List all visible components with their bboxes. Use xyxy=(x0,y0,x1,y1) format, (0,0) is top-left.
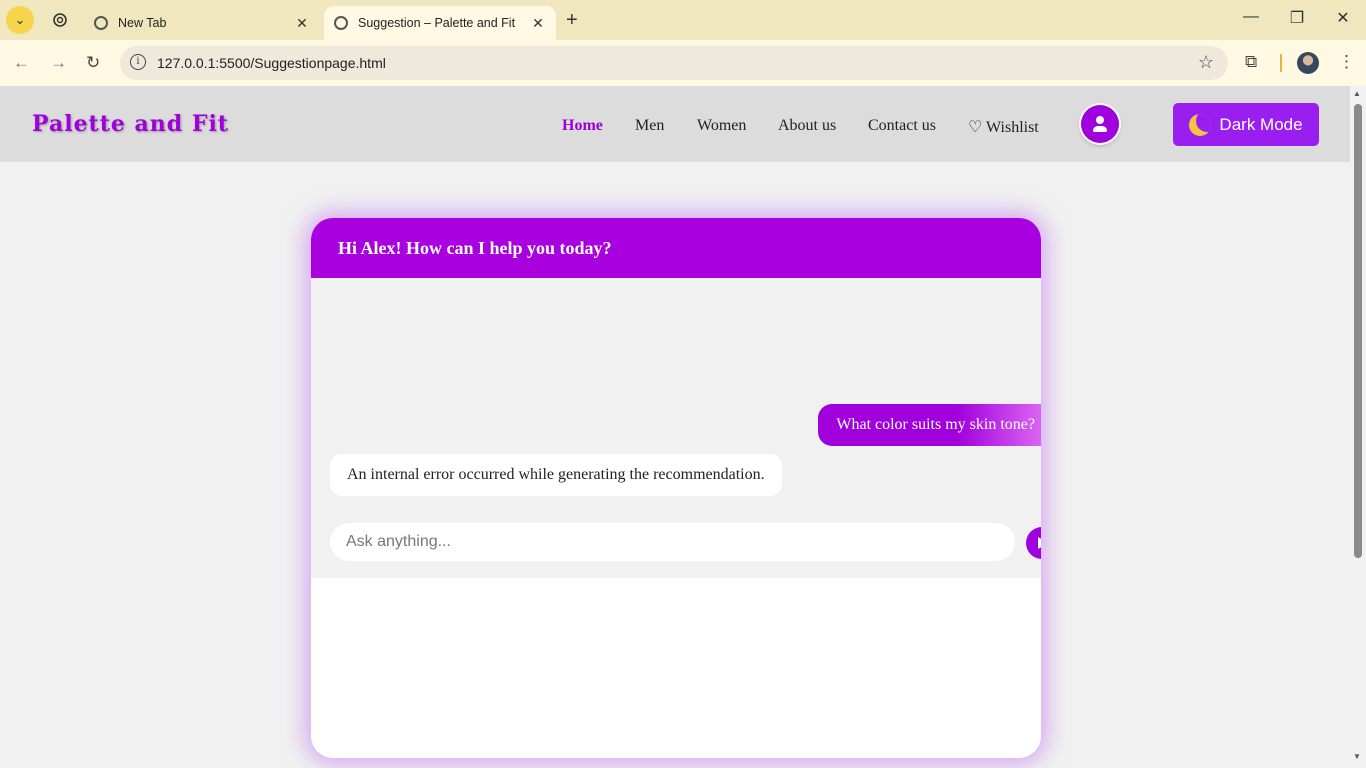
maximize-button[interactable]: ❐ xyxy=(1282,8,1312,28)
close-icon[interactable]: ✕ xyxy=(530,15,546,32)
scroll-down-arrow-icon[interactable]: ▼ xyxy=(1353,752,1361,761)
chat-input-row xyxy=(311,506,1041,578)
address-bar[interactable]: i 127.0.0.1:5500/Suggestionpage.html ☆ xyxy=(120,46,1228,80)
reload-button[interactable]: ↻ xyxy=(86,53,100,73)
bot-message: An internal error occurred while generat… xyxy=(330,454,782,496)
chat-header: Hi Alex! How can I help you today? xyxy=(311,218,1041,278)
tab-title: New Tab xyxy=(118,16,167,30)
chrome-icon xyxy=(94,16,108,30)
back-button[interactable]: ← xyxy=(13,53,30,73)
user-icon xyxy=(1096,116,1104,124)
toolbar-divider xyxy=(1280,54,1282,72)
scroll-up-arrow-icon[interactable]: ▲ xyxy=(1353,89,1361,98)
chatgpt-icon xyxy=(53,13,67,27)
minimize-button[interactable]: — xyxy=(1236,8,1266,26)
nav-men[interactable]: Men xyxy=(635,117,664,135)
globe-icon xyxy=(334,16,348,30)
browser-menu-icon[interactable]: ⋮ xyxy=(1338,52,1355,72)
send-icon xyxy=(1038,537,1041,549)
page-content: Palette and Fit Home Men Women About us … xyxy=(0,86,1350,768)
moon-icon xyxy=(1189,113,1212,136)
user-message: What color suits my skin tone? xyxy=(818,404,1041,446)
close-window-button[interactable]: ✕ xyxy=(1328,8,1358,28)
scrollbar-thumb[interactable] xyxy=(1354,104,1362,558)
send-button[interactable] xyxy=(1026,527,1041,559)
tab-title: Suggestion – Palette and Fit xyxy=(358,16,516,30)
nav-women[interactable]: Women xyxy=(697,117,746,135)
tab-suggestion[interactable]: Suggestion – Palette and Fit ✕ xyxy=(324,6,556,40)
nav-wishlist[interactable]: ♡ Wishlist xyxy=(968,117,1039,137)
profile-button[interactable] xyxy=(1081,105,1119,143)
nav-home[interactable]: Home xyxy=(562,117,603,135)
browser-toolbar: ← → ↻ i 127.0.0.1:5500/Suggestionpage.ht… xyxy=(0,40,1366,86)
close-icon[interactable]: ✕ xyxy=(294,15,310,32)
chat-messages: What color suits my skin tone? An intern… xyxy=(311,278,1041,506)
forward-button[interactable]: → xyxy=(50,53,67,73)
url-text[interactable]: 127.0.0.1:5500/Suggestionpage.html xyxy=(157,55,386,71)
chat-window: Hi Alex! How can I help you today? What … xyxy=(311,218,1041,758)
chat-input[interactable] xyxy=(330,523,1015,561)
tab-search-button[interactable]: ⌄ xyxy=(6,6,34,34)
bookmark-star-icon[interactable]: ☆ xyxy=(1198,52,1214,73)
user-icon-body xyxy=(1093,126,1107,132)
info-icon[interactable]: i xyxy=(130,54,146,70)
chat-greeting: Hi Alex! How can I help you today? xyxy=(338,238,612,258)
new-tab-button[interactable]: + xyxy=(566,9,578,32)
nav-about-us[interactable]: About us xyxy=(778,117,836,135)
site-navbar: Palette and Fit Home Men Women About us … xyxy=(0,86,1350,162)
nav-contact-us[interactable]: Contact us xyxy=(868,117,936,135)
extensions-icon[interactable]: ⧉ xyxy=(1245,52,1257,72)
chevron-down-icon: ⌄ xyxy=(14,12,26,27)
tab-new-tab[interactable]: New Tab ✕ xyxy=(84,6,320,40)
brand-logo[interactable]: Palette and Fit xyxy=(32,111,229,137)
dark-mode-button[interactable]: Dark Mode xyxy=(1173,103,1319,146)
pinned-tab[interactable] xyxy=(44,6,76,34)
dark-mode-label: Dark Mode xyxy=(1219,114,1303,134)
browser-profile-avatar[interactable] xyxy=(1297,52,1319,74)
browser-tab-bar: ⌄ New Tab ✕ Suggestion – Palette and Fit… xyxy=(0,0,1366,40)
